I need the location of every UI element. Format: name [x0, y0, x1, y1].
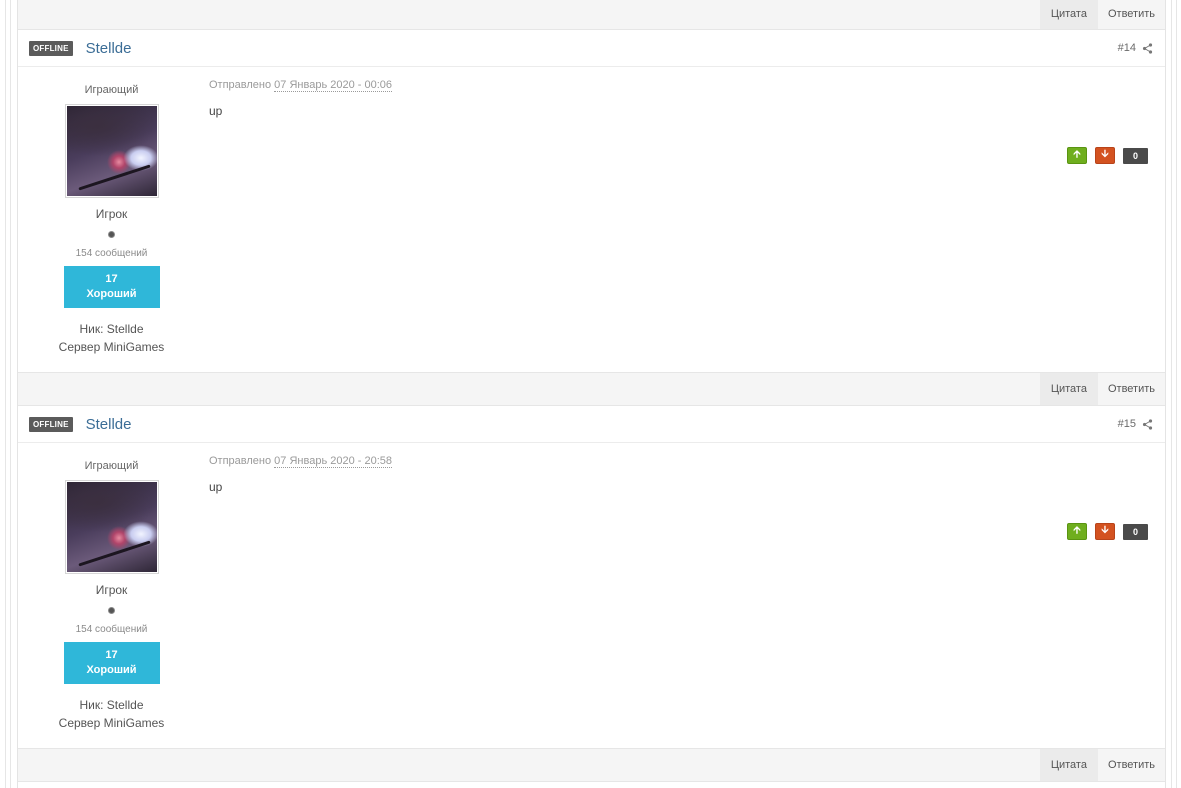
user-group: Играющий — [84, 84, 139, 96]
post-content: Отправлено 07 Январь 2020 - 00:06 up — [209, 79, 392, 118]
nick-label: Ник: — [79, 698, 104, 712]
post-header: OFFLINE Stellde #14 — [18, 30, 1165, 67]
nick-value: Stellde — [106, 322, 144, 336]
post-count: 154 сообщений — [75, 624, 148, 635]
author-link[interactable]: Stellde — [86, 40, 132, 57]
author-info: Играющий Игрок 154 сообщений 17 Хороший … — [18, 443, 205, 730]
posted-date: 07 Январь 2020 - 20:58 — [274, 455, 392, 468]
author-link[interactable]: Stellde — [86, 416, 132, 433]
share-icon[interactable] — [1142, 418, 1153, 430]
vote-controls: 🡩 🡫 0 — [1067, 523, 1148, 540]
share-icon[interactable] — [1142, 42, 1153, 54]
vote-count: 0 — [1123, 147, 1148, 164]
arrow-down-icon: 🡫 — [1101, 149, 1109, 160]
vote-up-button[interactable]: 🡩 — [1067, 147, 1087, 164]
arrow-up-icon: 🡩 — [1073, 149, 1081, 160]
post-actions-bar: Цитата Ответить — [18, 748, 1165, 782]
post-text: up — [209, 480, 223, 494]
reply-button[interactable]: Ответить — [1098, 749, 1165, 781]
nick-label: Ник: — [79, 322, 104, 336]
nick-value: Stellde — [106, 698, 144, 712]
posted-date-line: Отправлено 07 Январь 2020 - 20:58 — [209, 455, 392, 468]
server-value: MiniGames — [103, 716, 165, 730]
post-body: Играющий Игрок 154 сообщений 17 Хороший … — [18, 67, 1165, 372]
reputation-value: 17 — [105, 273, 118, 285]
vote-controls: 🡩 🡫 0 — [1067, 147, 1148, 164]
posted-date: 07 Январь 2020 - 00:06 — [274, 79, 392, 92]
server-field: Сервер MiniGames — [18, 340, 205, 354]
avatar[interactable] — [64, 104, 159, 198]
quote-button[interactable]: Цитата — [1039, 373, 1098, 405]
author-info: Играющий Игрок 154 сообщений 17 Хороший … — [18, 67, 205, 354]
nick-field: Ник: Stellde — [18, 322, 205, 336]
vote-count: 0 — [1123, 523, 1148, 540]
nick-field: Ник: Stellde — [18, 698, 205, 712]
post: OFFLINE Stellde #14 Играющий Игрок 154 с… — [18, 30, 1165, 406]
offline-badge: OFFLINE — [29, 416, 73, 432]
reply-button[interactable]: Ответить — [1098, 373, 1165, 405]
rank-pip-icon — [108, 231, 115, 238]
vote-down-button[interactable]: 🡫 — [1095, 147, 1115, 164]
reputation-label: Хороший — [86, 288, 137, 300]
offline-badge: OFFLINE — [29, 40, 73, 56]
arrow-up-icon: 🡩 — [1073, 525, 1081, 536]
reputation-badge: 17 Хороший — [63, 642, 160, 684]
server-label: Сервер — [58, 716, 101, 730]
server-value: MiniGames — [103, 340, 165, 354]
user-rank: Игрок — [95, 583, 128, 597]
user-rank: Игрок — [95, 207, 128, 221]
post-list: Цитата Ответить OFFLINE Stellde #14 Игра… — [17, 0, 1166, 788]
reputation-label: Хороший — [86, 664, 137, 676]
posted-label: Отправлено — [209, 79, 272, 91]
server-label: Сервер — [58, 340, 101, 354]
post-number-link[interactable]: #14 — [1118, 42, 1136, 54]
server-field: Сервер MiniGames — [18, 716, 205, 730]
posted-label: Отправлено — [209, 455, 272, 467]
quote-button[interactable]: Цитата — [1039, 749, 1098, 781]
post-actions-bar: Цитата Ответить — [18, 0, 1165, 30]
post-count: 154 сообщений — [75, 248, 148, 259]
user-group: Играющий — [84, 460, 139, 472]
vote-up-button[interactable]: 🡩 — [1067, 523, 1087, 540]
avatar[interactable] — [64, 480, 159, 574]
vote-down-button[interactable]: 🡫 — [1095, 523, 1115, 540]
post-actions-bar: Цитата Ответить — [18, 372, 1165, 406]
quote-button[interactable]: Цитата — [1039, 0, 1098, 29]
reply-button[interactable]: Ответить — [1098, 0, 1165, 29]
reputation-value: 17 — [105, 649, 118, 661]
posted-date-line: Отправлено 07 Январь 2020 - 00:06 — [209, 79, 392, 92]
reputation-badge: 17 Хороший — [63, 266, 160, 308]
post-text: up — [209, 104, 223, 118]
post-body: Играющий Игрок 154 сообщений 17 Хороший … — [18, 443, 1165, 748]
rank-pip-icon — [108, 607, 115, 614]
post-header: OFFLINE Stellde #15 — [18, 406, 1165, 443]
post-content: Отправлено 07 Январь 2020 - 20:58 up — [209, 455, 392, 494]
post-number-link[interactable]: #15 — [1118, 418, 1136, 430]
post: OFFLINE Stellde #15 Играющий Игрок 154 с… — [18, 406, 1165, 782]
arrow-down-icon: 🡫 — [1101, 525, 1109, 536]
